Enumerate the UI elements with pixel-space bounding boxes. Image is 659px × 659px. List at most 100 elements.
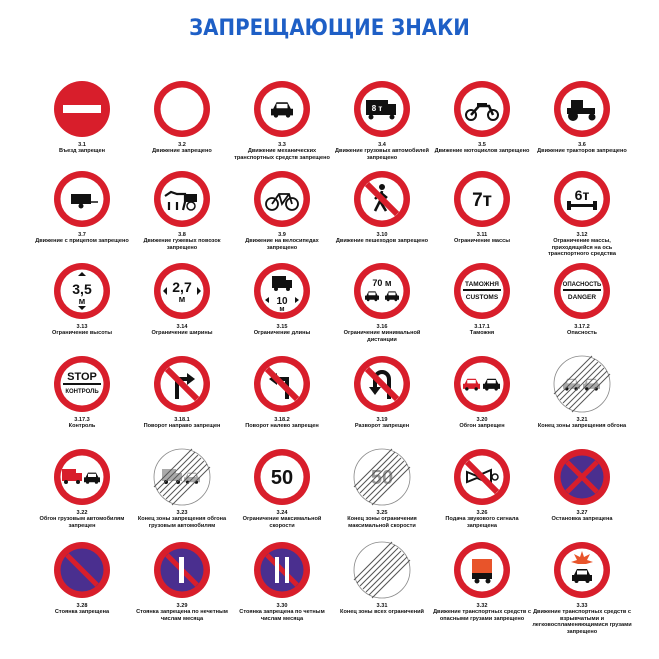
end-speed-limit-icon: 50	[353, 448, 411, 506]
sign-description: Движение грузовых автомобилей запрещено	[335, 148, 429, 161]
sign-description: Таможня	[469, 330, 495, 337]
danger-icon: ОПАСНОСТЬ DANGER	[554, 263, 610, 319]
sign-caption: 3.3 Движение механических транспортных ср…	[232, 142, 332, 161]
sign-description: Конец зоны всех ограничений	[340, 609, 424, 616]
car-icon	[254, 81, 310, 137]
sign-label: ОПАСНОСТЬ	[563, 282, 602, 288]
sign-description: Движение гужевых повозок запрещено	[143, 238, 221, 251]
sign-caption: 3.17.1 Таможня	[432, 324, 532, 337]
sign-description: Стоянка запрещена по четным числам месяц…	[239, 609, 325, 622]
sign-description: Конец зоны запрещения обгона	[537, 423, 627, 430]
sign-description: Контроль	[68, 423, 96, 430]
sign-label-2: КОНТРОЛЬ	[65, 389, 99, 395]
length-icon: 10м	[254, 263, 310, 319]
explosives-icon	[554, 542, 610, 598]
sign-caption: 3.13 Ограничение высоты	[32, 324, 132, 337]
sign-description: Движение запрещено	[152, 148, 212, 155]
sign-caption: 3.18.1 Поворот направо запрещен	[132, 417, 232, 430]
sign-caption: 3.4 Движение грузовых автомобилей запреще…	[332, 142, 432, 161]
sign-caption: 3.18.2 Поворот налево запрещен	[232, 417, 332, 430]
sign-description: Движение с прицепом запрещено	[35, 238, 129, 245]
sign-label: ТАМОЖНЯ	[465, 281, 499, 288]
sign-description: Обгон запрещен	[459, 423, 505, 430]
sign-caption: 3.29 Стоянка запрещена по нечетным числам…	[132, 603, 232, 622]
sign-caption: 3.31 Конец зоны всех ограничений	[332, 603, 432, 616]
sign-caption: 3.15 Ограничение длины	[232, 324, 332, 337]
sign-description: Движение на велосипедах запрещено	[245, 238, 319, 251]
sign-label: 50	[271, 467, 293, 489]
bicycle-icon	[254, 171, 310, 227]
sign-caption: 3.16 Ограничение минимальной дистанции	[332, 324, 432, 343]
sign-caption: 3.8 Движение гужевых повозок запрещено	[132, 232, 232, 251]
no-left-turn-icon	[254, 356, 310, 412]
no-entry-icon	[54, 81, 110, 137]
sign-caption: 3.28 Стоянка запрещена	[32, 603, 132, 616]
sign-description: Ограничение минимальной дистанции	[343, 330, 421, 343]
sign-caption: 3.17.3 Контроль	[32, 417, 132, 430]
sign-caption: 3.6 Движение тракторов запрещено	[532, 142, 632, 155]
sign-description: Ограничение ширины	[151, 330, 213, 337]
sign-caption: 3.17.2 Опасность	[532, 324, 632, 337]
no-right-turn-icon	[154, 356, 210, 412]
no-parking-odd-icon	[154, 542, 210, 598]
sign-description: Конец зоны ограничения максимальной скор…	[347, 516, 417, 529]
sign-caption: 3.12 Ограничение массы, приходящейся на о…	[532, 232, 632, 258]
horse-cart-icon	[154, 171, 210, 227]
sign-description: Стоянка запрещена по нечетным числам мес…	[136, 609, 228, 622]
end-no-truck-overtaking-icon	[153, 448, 211, 506]
sign-description: Стоянка запрещена	[54, 609, 110, 616]
no-horn-icon	[454, 449, 510, 505]
sign-caption: 3.11 Ограничение массы	[432, 232, 532, 245]
sign-description: Конец зоны запрещения обгона грузовым ав…	[137, 516, 227, 529]
truck-icon: 8 т	[354, 81, 410, 137]
sign-caption: 3.20 Обгон запрещен	[432, 417, 532, 430]
sign-description: Обгон грузовым автомобилям запрещен	[39, 516, 125, 529]
sign-caption: 3.21 Конец зоны запрещения обгона	[532, 417, 632, 430]
no-stopping-icon	[554, 449, 610, 505]
sign-label-2: DANGER	[568, 294, 596, 301]
sign-description: Поворот налево запрещен	[245, 423, 319, 430]
sign-description: Ограничение массы, приходящейся на ось т…	[547, 238, 617, 258]
sign-description: Движение механических транспортных средс…	[234, 148, 330, 161]
sign-caption: 3.19 Разворот запрещен	[332, 417, 432, 430]
tractor-icon	[554, 81, 610, 137]
page-title: ЗАПРЕЩАЮЩИЕ ЗНАКИ	[189, 16, 470, 41]
sign-unit: м	[179, 294, 186, 304]
end-all-icon	[353, 541, 411, 599]
sign-description: Движение тракторов запрещено	[537, 148, 627, 155]
height-icon: 3,5м	[54, 263, 110, 319]
text-big-icon: 7т	[454, 171, 510, 227]
sign-label: 6т	[575, 187, 590, 203]
sign-description: Движение транспортных средств с опасными…	[433, 609, 531, 622]
sign-description: Ограничение высоты	[52, 330, 112, 337]
end-no-overtaking-icon	[553, 355, 611, 413]
sign-label: STOP	[67, 371, 97, 383]
customs-icon: ТАМОЖНЯ CUSTOMS	[454, 263, 510, 319]
sign-caption: 3.33 Движение транспортных средств с взры…	[532, 603, 632, 635]
sign-unit: м	[279, 306, 284, 313]
sign-caption: 3.30 Стоянка запрещена по четным числам м…	[232, 603, 332, 622]
sign-description: Движение мотоциклов запрещено	[434, 148, 530, 155]
sign-description: Поворот направо запрещен	[143, 423, 221, 430]
sign-caption: 3.27 Остановка запрещена	[532, 510, 632, 523]
sign-description: Подача звукового сигнала запрещена	[445, 516, 519, 529]
pedestrian-icon	[354, 171, 410, 227]
stop-icon: STOP КОНТРОЛЬ	[54, 356, 110, 412]
sign-caption: 3.22 Обгон грузовым автомобилям запрещен	[32, 510, 132, 529]
sign-caption: 3.1 Въезд запрещен	[32, 142, 132, 155]
sign-caption: 3.10 Движение пешеходов запрещено	[332, 232, 432, 245]
no-parking-icon	[54, 542, 110, 598]
no-overtaking-icon	[454, 356, 510, 412]
sign-caption: 3.26 Подача звукового сигнала запрещена	[432, 510, 532, 529]
distance-icon: 70 м	[354, 263, 410, 319]
sign-label: 7т	[472, 190, 492, 211]
sign-caption: 3.23 Конец зоны запрещения обгона грузовы…	[132, 510, 232, 529]
sign-caption: 3.7 Движение с прицепом запрещено	[32, 232, 132, 245]
axle-icon: 6т	[554, 171, 610, 227]
sign-description: Остановка запрещена	[551, 516, 613, 523]
sign-label-2: CUSTOMS	[466, 294, 499, 301]
no-u-turn-icon	[354, 356, 410, 412]
sign-caption: 3.24 Ограничение максимальной скорости	[232, 510, 332, 529]
motorcycle-icon	[454, 81, 510, 137]
sign-caption: 3.32 Движение транспортных средств с опас…	[432, 603, 532, 622]
